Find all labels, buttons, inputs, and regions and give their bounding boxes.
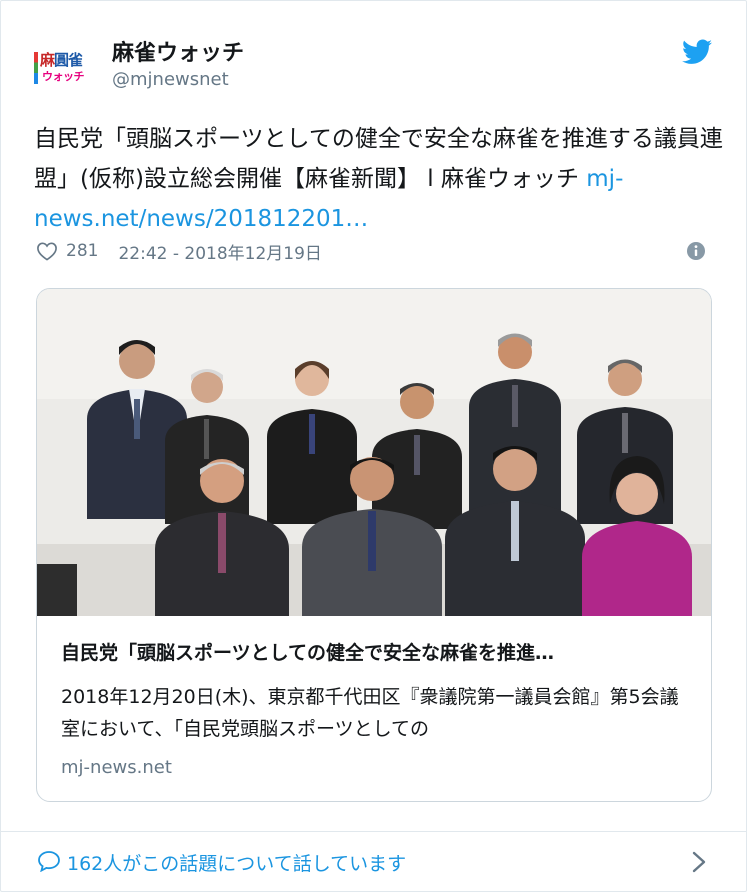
- logo-line1: 麻圓雀: [40, 51, 83, 69]
- card-photo[interactable]: [37, 289, 712, 616]
- comment-icon: [38, 851, 60, 872]
- info-icon[interactable]: [686, 241, 706, 261]
- tweet-meta: 281 22:42 - 2018年12月19日: [36, 238, 322, 264]
- link-card[interactable]: 自民党「頭脳スポーツとしての健全で安全な麻雀を推進… 2018年12月20日(木…: [36, 288, 712, 802]
- logo-line2: ウォッチ: [42, 70, 85, 83]
- conversation-footer[interactable]: 162人がこの話題について話しています: [1, 832, 747, 892]
- chevron-right-icon[interactable]: [691, 850, 707, 874]
- account-avatar[interactable]: 麻圓雀 ウォッチ: [34, 49, 94, 89]
- twitter-bird-icon[interactable]: [682, 39, 712, 65]
- display-name[interactable]: 麻雀ウォッチ: [112, 35, 244, 67]
- tweet-embed: 麻圓雀 ウォッチ 麻雀ウォッチ @mjnewsnet 自民党「頭脳スポーツとして…: [0, 0, 747, 892]
- logo-color-bar: [34, 52, 38, 84]
- account-handle[interactable]: @mjnewsnet: [112, 69, 229, 90]
- tweet-text: 自民党「頭脳スポーツとしての健全で安全な麻雀を推進する議員連盟」(仮称)設立総会…: [34, 119, 724, 239]
- card-description: 2018年12月20日(木)、東京都千代田区『衆議院第一議員会館』第5会議室にお…: [61, 686, 679, 740]
- card-domain: mj-news.net: [61, 757, 172, 778]
- like-count[interactable]: 281: [66, 241, 98, 261]
- tweet-timestamp[interactable]: 22:42 - 2018年12月19日: [118, 239, 321, 264]
- card-title[interactable]: 自民党「頭脳スポーツとしての健全で安全な麻雀を推進…: [61, 638, 701, 665]
- heart-icon[interactable]: [36, 241, 58, 261]
- conversation-count-text[interactable]: 162人がこの話題について話しています: [67, 849, 406, 876]
